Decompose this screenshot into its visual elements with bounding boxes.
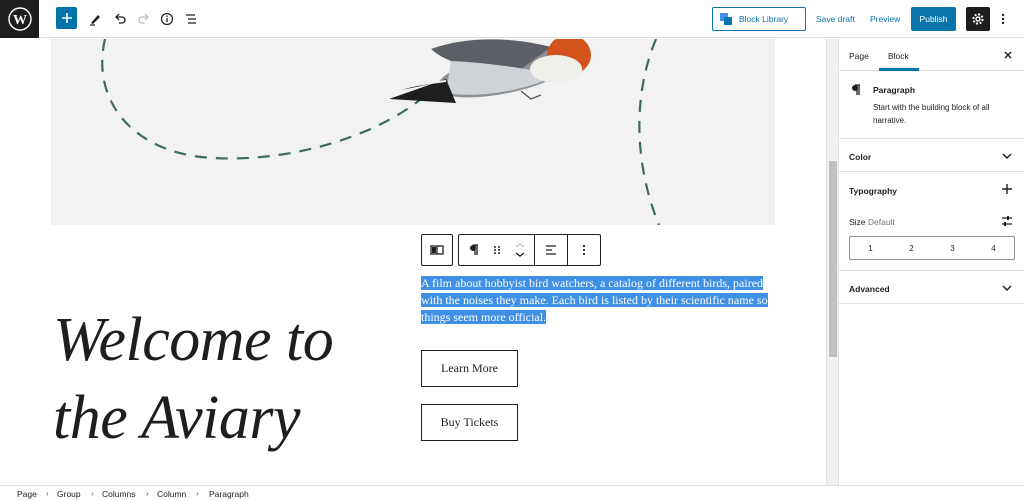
font-size-label: Size Default <box>849 217 895 227</box>
save-draft-button[interactable]: Save draft <box>816 14 855 24</box>
heading-line-2: the Aviary <box>53 384 300 452</box>
settings-gear-icon[interactable] <box>966 7 990 31</box>
paragraph-text: A film about hobbyist bird watchers, a c… <box>421 276 768 324</box>
color-panel[interactable]: Color <box>839 139 1024 172</box>
move-up-down-icon[interactable] <box>505 235 535 265</box>
typography-panel-title[interactable]: Typography <box>849 186 897 196</box>
font-size-option[interactable]: 4 <box>973 237 1014 259</box>
tab-block[interactable]: Block <box>888 51 909 61</box>
close-icon[interactable] <box>1001 48 1015 62</box>
page-heading[interactable]: Welcome to the Aviary <box>53 301 334 457</box>
chevron-right-icon: › <box>91 489 94 498</box>
align-left-icon[interactable] <box>535 235 567 265</box>
add-block-icon[interactable] <box>56 7 77 29</box>
block-card-title: Paragraph <box>873 85 916 95</box>
preview-button[interactable]: Preview <box>870 14 900 24</box>
custom-size-sliders-icon[interactable] <box>1001 214 1013 226</box>
scrollbar-thumb[interactable] <box>829 161 837 357</box>
block-card: Paragraph Start with the building block … <box>839 71 1024 139</box>
breadcrumb-item-paragraph[interactable]: Paragraph <box>209 489 249 499</box>
list-view-icon[interactable] <box>179 7 203 31</box>
font-size-picker: 1 2 3 4 <box>849 236 1015 260</box>
learn-more-button[interactable]: Learn More <box>421 350 518 387</box>
tab-page[interactable]: Page <box>849 51 869 61</box>
editor-top-bar: W Block Library Save draft Preview Publi… <box>0 0 1024 38</box>
breadcrumb: Page › Group › Columns › Column › Paragr… <box>0 485 1024 501</box>
advanced-panel[interactable]: Advanced <box>839 271 1024 304</box>
publish-button[interactable]: Publish <box>911 7 956 31</box>
editor-canvas: Welcome to the Aviary A film about hobby… <box>0 39 826 485</box>
undo-icon[interactable] <box>108 7 132 31</box>
more-options-icon[interactable] <box>568 235 600 265</box>
breadcrumb-item-column[interactable]: Column <box>157 489 186 499</box>
bird-illustration <box>101 39 661 225</box>
font-size-option[interactable]: 3 <box>932 237 973 259</box>
chevron-down-icon <box>1001 282 1013 294</box>
wordpress-logo-icon[interactable]: W <box>0 0 39 38</box>
breadcrumb-item-group[interactable]: Group <box>57 489 81 499</box>
svg-text:W: W <box>13 13 27 28</box>
selected-paragraph[interactable]: A film about hobbyist bird watchers, a c… <box>421 275 773 326</box>
chevron-right-icon: › <box>146 489 149 498</box>
sidebar-tabs: Page Block <box>839 39 1024 71</box>
breadcrumb-item-page[interactable]: Page <box>17 489 37 499</box>
block-parent-selector[interactable] <box>421 234 453 266</box>
columns-block-icon[interactable] <box>422 235 452 265</box>
chevron-down-icon <box>1001 150 1013 162</box>
options-menu-icon[interactable] <box>996 7 1010 31</box>
font-size-option[interactable]: 1 <box>850 237 891 259</box>
heading-line-1: Welcome to <box>53 306 334 374</box>
block-library-label: Block Library <box>739 14 789 24</box>
settings-sidebar: Page Block Paragraph Start with the buil… <box>838 39 1024 485</box>
block-library-icon <box>720 13 732 25</box>
info-icon[interactable] <box>155 7 179 31</box>
buy-tickets-button[interactable]: Buy Tickets <box>421 404 518 441</box>
font-size-option[interactable]: 2 <box>891 237 932 259</box>
block-library-button[interactable]: Block Library <box>712 7 806 31</box>
block-toolbar <box>458 234 601 266</box>
block-card-description: Start with the building block of all nar… <box>873 103 990 125</box>
drag-handle-icon[interactable] <box>489 235 505 265</box>
redo-icon[interactable] <box>132 7 156 31</box>
advanced-panel-title: Advanced <box>849 284 890 294</box>
chevron-right-icon: › <box>196 489 199 498</box>
chevron-right-icon: › <box>46 489 49 498</box>
color-panel-title: Color <box>849 152 872 162</box>
paragraph-block-icon[interactable] <box>459 235 489 265</box>
pen-tool-icon[interactable] <box>83 7 107 31</box>
plus-icon[interactable] <box>1001 183 1013 195</box>
paragraph-block-icon <box>851 83 861 101</box>
canvas-scrollbar[interactable] <box>826 39 838 485</box>
size-current-value: Default <box>867 217 895 227</box>
size-label-text: Size <box>849 217 866 227</box>
hero-bird-image[interactable] <box>51 39 775 225</box>
breadcrumb-item-columns[interactable]: Columns <box>102 489 136 499</box>
